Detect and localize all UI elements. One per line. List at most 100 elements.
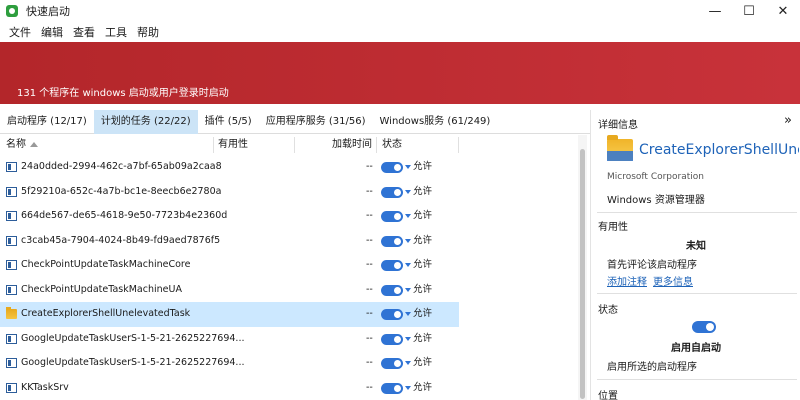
menu-edit[interactable]: 编辑 <box>36 24 68 40</box>
task-icon <box>6 284 17 295</box>
sort-ascending-icon <box>30 141 38 147</box>
row-name: 5f29210a-652c-4a7b-bc1e-8eecb6e2780a <box>21 185 222 197</box>
tab-startup[interactable]: 启动程序 (12/17) <box>0 110 94 134</box>
table-row-selected[interactable]: CreateExplorerShellUnelevatedTask -- 允许 <box>0 302 459 327</box>
tab-bar: 启动程序 (12/17) 计划的任务 (22/22) 插件 (5/5) 应用程序… <box>0 110 590 134</box>
task-icon <box>6 162 17 172</box>
chevron-down-icon[interactable] <box>405 165 411 169</box>
autostart-toggle[interactable] <box>692 321 716 333</box>
row-load-time: -- <box>366 161 373 172</box>
row-load-time: -- <box>366 308 373 319</box>
table-row[interactable]: GoogleUpdateTaskUserS-1-5-21-2625227694.… <box>0 327 576 352</box>
tab-plugins[interactable]: 插件 (5/5) <box>198 110 259 134</box>
divider <box>597 379 797 380</box>
enable-toggle[interactable] <box>381 211 403 222</box>
column-name-label: 名称 <box>6 139 26 150</box>
row-load-time: -- <box>366 381 373 393</box>
chevron-down-icon[interactable] <box>405 238 411 243</box>
details-company: Microsoft Corporation <box>607 172 704 182</box>
task-icon <box>6 333 17 344</box>
enable-toggle[interactable] <box>381 284 403 296</box>
enable-toggle[interactable] <box>381 309 403 320</box>
status-value: 启用自启动 <box>671 343 721 354</box>
table-row[interactable]: KKTaskSrv -- 允许 <box>0 376 576 400</box>
chevron-down-icon[interactable] <box>405 361 411 365</box>
task-icon <box>6 382 17 393</box>
menu-tools[interactable]: 工具 <box>100 24 132 40</box>
column-load-time[interactable]: 加载时间 <box>332 135 372 155</box>
table-row[interactable]: CheckPointUpdateTaskMachineCore -- 允许 <box>0 253 576 278</box>
row-name: 664de567-de65-4618-9e50-7723b4e2360d <box>21 210 228 221</box>
column-divider[interactable] <box>458 137 459 153</box>
close-button[interactable]: ✕ <box>766 0 800 22</box>
divider <box>597 212 797 213</box>
title-bar: 快速启动 — ☐ ✕ <box>0 0 800 22</box>
enable-toggle[interactable] <box>381 235 403 247</box>
row-status: 允许 <box>413 357 433 368</box>
menu-view[interactable]: 查看 <box>68 24 100 40</box>
row-load-time: -- <box>366 259 373 270</box>
minimize-button[interactable]: — <box>698 0 732 22</box>
column-divider[interactable] <box>213 137 214 153</box>
row-status: 允许 <box>413 283 433 295</box>
tab-app-services[interactable]: 应用程序服务 (31/56) <box>259 110 373 134</box>
row-status: 允许 <box>413 381 433 393</box>
row-load-time: -- <box>366 185 373 197</box>
row-load-time: -- <box>366 332 373 344</box>
column-usefulness[interactable]: 有用性 <box>218 135 248 155</box>
status-section-title: 状态 <box>598 305 618 316</box>
table-row[interactable]: 664de567-de65-4618-9e50-7723b4e2360d -- … <box>0 204 576 229</box>
vertical-scrollbar[interactable] <box>578 135 587 400</box>
collapse-panel-icon[interactable]: » <box>784 113 792 128</box>
add-comment-link[interactable]: 添加注释 <box>607 273 647 288</box>
tab-windows-services[interactable]: Windows服务 (61/249) <box>373 110 498 134</box>
chevron-down-icon[interactable] <box>405 263 411 267</box>
table-row[interactable]: c3cab45a-7904-4024-8b49-fd9aed7876f5 -- … <box>0 229 576 254</box>
enable-toggle[interactable] <box>381 186 403 198</box>
column-status[interactable]: 状态 <box>382 135 402 155</box>
row-name: GoogleUpdateTaskUserS-1-5-21-2625227694.… <box>21 332 245 344</box>
chevron-down-icon[interactable] <box>405 385 411 390</box>
explorer-app-icon <box>607 135 633 161</box>
chevron-down-icon[interactable] <box>405 336 411 341</box>
folder-icon <box>6 307 17 319</box>
row-status: 允许 <box>413 185 433 197</box>
chevron-down-icon[interactable] <box>405 214 411 218</box>
chevron-down-icon[interactable] <box>405 312 411 316</box>
row-status: 允许 <box>413 161 433 172</box>
task-icon <box>6 260 17 270</box>
table-row[interactable]: 5f29210a-652c-4a7b-bc1e-8eecb6e2780a -- … <box>0 180 576 205</box>
scrollbar-thumb[interactable] <box>580 149 585 399</box>
more-info-link[interactable]: 更多信息 <box>653 273 693 288</box>
chevron-down-icon[interactable] <box>405 189 411 194</box>
enable-toggle[interactable] <box>381 333 403 345</box>
column-divider[interactable] <box>294 137 295 153</box>
grid-header: 名称 有用性 加载时间 状态 <box>0 135 576 155</box>
task-list: 24a0dded-2994-462c-a7bf-65ab09a2caa8 -- … <box>0 155 576 400</box>
table-row[interactable]: GoogleUpdateTaskUserS-1-5-21-2625227694.… <box>0 351 576 376</box>
column-divider[interactable] <box>376 137 377 153</box>
summary-banner: 131 个程序在 windows 启动或用户登录时启动 <box>0 42 800 104</box>
enable-toggle[interactable] <box>381 260 403 271</box>
row-name: CreateExplorerShellUnelevatedTask <box>21 308 191 319</box>
usefulness-prompt: 首先评论该启动程序 <box>607 260 697 271</box>
maximize-button[interactable]: ☐ <box>732 0 766 22</box>
row-status: 允许 <box>413 234 433 246</box>
usefulness-section-title: 有用性 <box>598 222 628 233</box>
enable-toggle[interactable] <box>381 382 403 394</box>
status-description: 启用所选的启动程序 <box>607 362 697 373</box>
enable-toggle[interactable] <box>381 358 403 369</box>
row-name: 24a0dded-2994-462c-a7bf-65ab09a2caa8 <box>21 161 222 172</box>
tab-scheduled-tasks[interactable]: 计划的任务 (22/22) <box>93 110 198 134</box>
row-name: CheckPointUpdateTaskMachineUA <box>21 283 182 295</box>
column-name[interactable]: 名称 <box>6 135 38 155</box>
row-status: 允许 <box>413 259 433 270</box>
table-row[interactable]: 24a0dded-2994-462c-a7bf-65ab09a2caa8 -- … <box>0 155 576 180</box>
table-row[interactable]: CheckPointUpdateTaskMachineUA -- 允许 <box>0 278 576 303</box>
chevron-down-icon[interactable] <box>405 287 411 292</box>
row-load-time: -- <box>366 283 373 295</box>
divider <box>597 293 797 294</box>
enable-toggle[interactable] <box>381 162 403 173</box>
menu-help[interactable]: 帮助 <box>132 24 164 40</box>
menu-file[interactable]: 文件 <box>4 24 36 40</box>
